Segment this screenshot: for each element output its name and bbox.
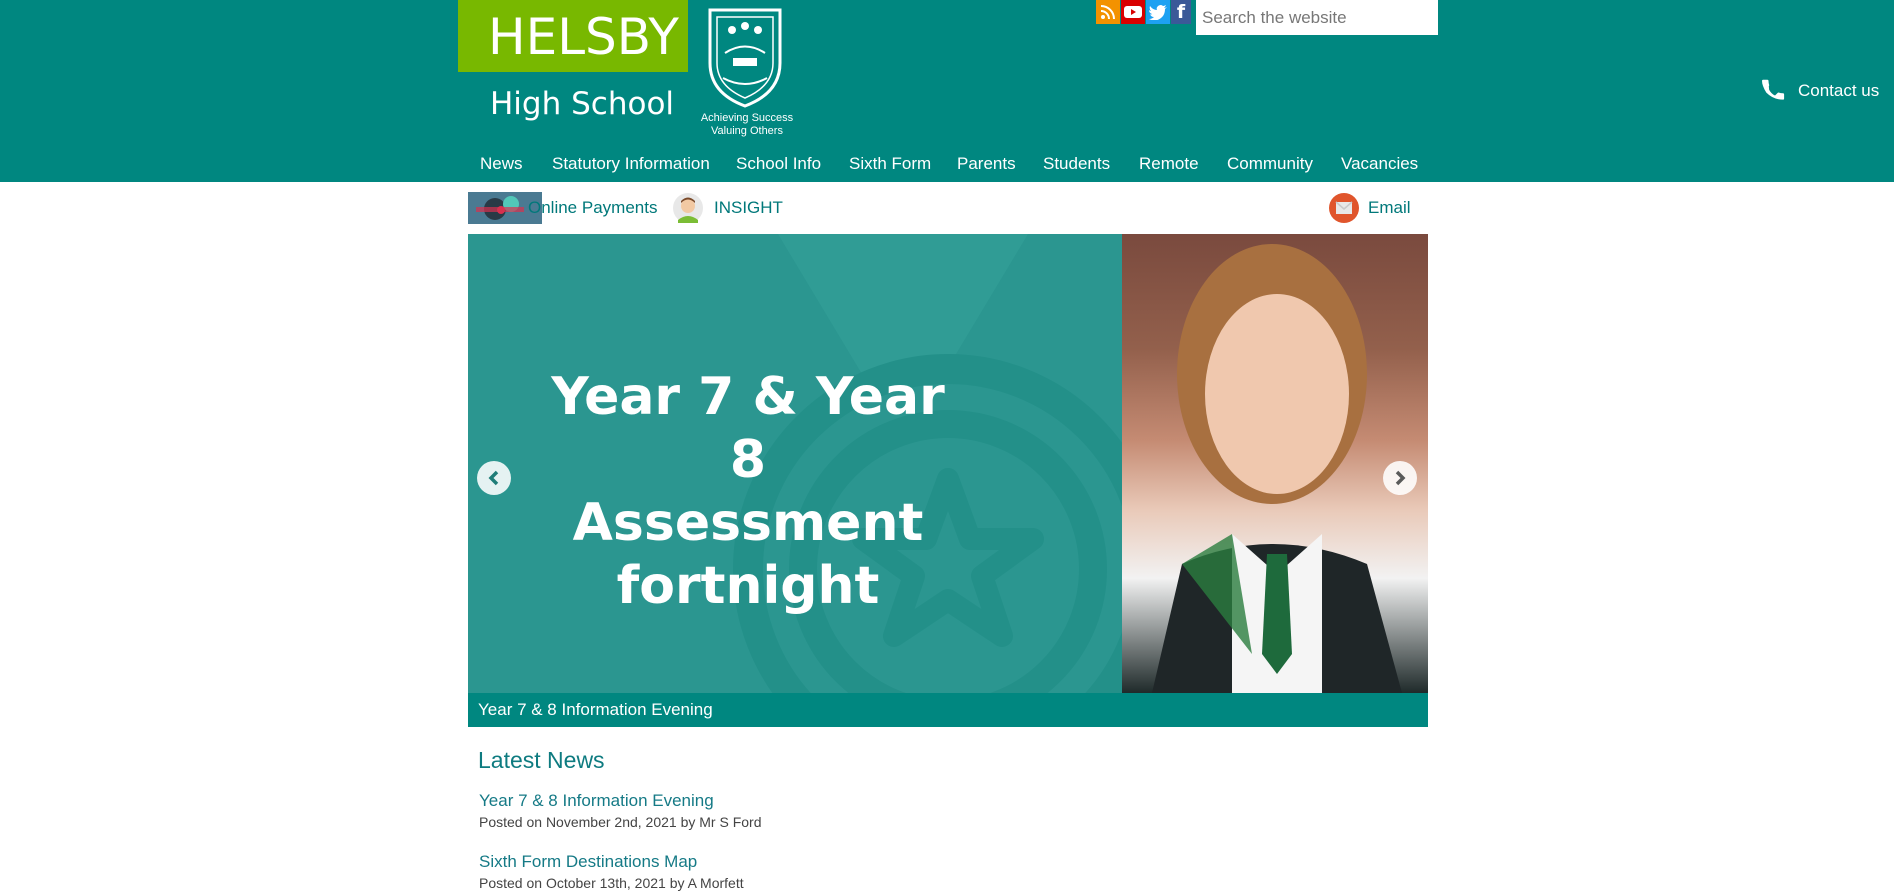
nav-item-news[interactable]: News — [480, 154, 523, 174]
school-logo[interactable]: HELSBY — [458, 0, 688, 72]
nav-item-parents[interactable]: Parents — [957, 154, 1016, 174]
school-motto: Achieving Success Valuing Others — [690, 112, 804, 138]
nav-item-remote[interactable]: Remote — [1139, 154, 1199, 174]
twitter-icon[interactable] — [1146, 0, 1170, 24]
main-nav: News Statutory Information School Info S… — [0, 154, 1894, 180]
chevron-right-icon — [1395, 470, 1406, 486]
insight-avatar-icon — [673, 193, 703, 223]
contact-us-link[interactable]: Contact us — [1762, 78, 1879, 104]
nav-item-vacancies[interactable]: Vacancies — [1341, 154, 1418, 174]
slider-next-button[interactable] — [1383, 461, 1417, 495]
slide-title-line-1: Year 7 & Year 8 — [551, 367, 945, 490]
quick-links-bar: Online Payments INSIGHT Email — [468, 191, 1428, 225]
motto-line-1: Achieving Success — [700, 112, 794, 124]
news-item-title[interactable]: Year 7 & 8 Information Evening — [479, 791, 714, 811]
contact-us-label: Contact us — [1798, 81, 1880, 100]
email-label: Email — [1368, 198, 1411, 217]
logo-top-text: HELSBY — [488, 8, 679, 66]
social-links: f — [1096, 0, 1192, 24]
news-item-title[interactable]: Sixth Form Destinations Map — [479, 852, 697, 872]
insight-label: INSIGHT — [714, 198, 783, 217]
motto-line-2: Valuing Others — [711, 125, 783, 137]
online-payments-link[interactable]: Online Payments — [468, 191, 657, 225]
site-header: HELSBY High School Achieving Success Val… — [0, 0, 1894, 182]
chevron-left-icon — [488, 470, 499, 486]
student-portrait — [1152, 244, 1402, 693]
news-item-meta: Posted on October 13th, 2021 by A Morfet… — [479, 875, 744, 891]
rss-icon[interactable] — [1096, 0, 1120, 24]
nav-item-community[interactable]: Community — [1227, 154, 1313, 174]
nav-item-students[interactable]: Students — [1043, 154, 1110, 174]
slide-title: Year 7 & Year 8 Assessment fortnight — [528, 366, 968, 618]
logo-subtitle[interactable]: High School — [490, 86, 674, 122]
facebook-icon[interactable]: f — [1171, 0, 1191, 24]
news-item-meta: Posted on November 2nd, 2021 by Mr S For… — [479, 814, 762, 830]
search-input[interactable] — [1196, 0, 1438, 35]
insight-link[interactable]: INSIGHT — [672, 191, 783, 225]
slide-title-line-3: fortnight — [616, 556, 880, 616]
school-crest-icon — [708, 8, 782, 108]
email-link[interactable]: Email — [1328, 191, 1411, 225]
slide-title-line-2: Assessment — [572, 493, 924, 553]
email-icon — [1329, 193, 1359, 223]
nav-item-school-info[interactable]: School Info — [736, 154, 821, 174]
nav-item-statutory-information[interactable]: Statutory Information — [552, 154, 710, 174]
slider-prev-button[interactable] — [477, 461, 511, 495]
phone-icon — [1762, 79, 1785, 100]
slide-background: Year 7 & Year 8 Assessment fortnight — [468, 234, 1163, 727]
nav-item-sixth-form[interactable]: Sixth Form — [849, 154, 931, 174]
hero-slider: Year 7 & Year 8 Assessment fortnight Yea… — [468, 234, 1428, 727]
online-payments-label: Online Payments — [528, 198, 658, 217]
youtube-icon[interactable] — [1121, 0, 1145, 24]
student-photo — [1122, 234, 1428, 693]
slide-caption[interactable]: Year 7 & 8 Information Evening — [468, 693, 1428, 727]
latest-news-heading: Latest News — [478, 747, 605, 773]
